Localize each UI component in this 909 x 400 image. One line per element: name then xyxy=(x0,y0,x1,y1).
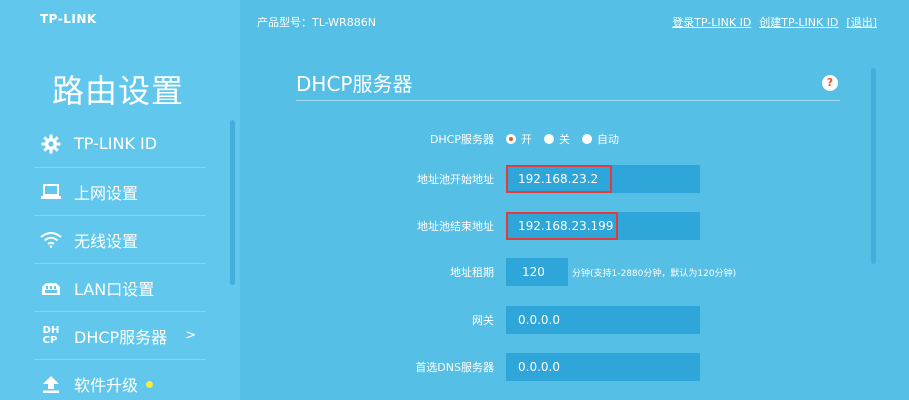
update-badge xyxy=(146,380,154,388)
sidebar-item-label: 无线设置 xyxy=(74,231,139,251)
header-links: 登录TP-LINK ID 创建TP-LINK ID [退出] xyxy=(672,14,877,30)
sidebar-scrollbar[interactable] xyxy=(230,120,235,285)
logout-link[interactable]: [退出] xyxy=(846,14,877,30)
lease-hint: 分钟(支持1-2880分钟，默认为120分钟) xyxy=(572,268,737,279)
lease-row: 地址租期 120 分钟(支持1-2880分钟，默认为120分钟) xyxy=(300,258,860,286)
end-ip-input[interactable]: 192.168.23.199 xyxy=(506,212,700,240)
start-ip-input[interactable]: 192.168.23.2 xyxy=(506,165,700,193)
dns-label: 首选DNS服务器 xyxy=(415,361,494,374)
sidebar-item-label: TP-LINK ID xyxy=(74,134,158,153)
radio-circle[interactable] xyxy=(582,134,592,144)
radio-label: 自动 xyxy=(597,133,619,146)
lease-label: 地址租期 xyxy=(450,266,494,279)
title-divider xyxy=(296,100,840,101)
sidebar-item-lan[interactable]: LAN口设置 xyxy=(34,264,206,312)
dhcp-off-radio[interactable]: 关 xyxy=(544,131,570,147)
sidebar-item-label: 软件升级 xyxy=(74,376,139,395)
radio-label: 关 xyxy=(559,133,570,146)
sidebar-title: 路由设置 xyxy=(52,72,185,110)
main-scrollbar[interactable] xyxy=(871,68,876,264)
create-tplink-id-link[interactable]: 创建TP-LINK ID xyxy=(759,14,838,30)
wifi-icon xyxy=(38,229,64,251)
gateway-value: 0.0.0.0 xyxy=(518,313,560,327)
dhcp-icon: DH CP xyxy=(42,324,60,346)
laptop-icon xyxy=(38,181,64,203)
start-ip-row: 地址池开始地址 192.168.23.2 xyxy=(300,165,860,193)
sidebar-item-wireless[interactable]: 无线设置 xyxy=(34,216,206,264)
gateway-label: 网关 xyxy=(472,314,494,327)
sidebar-item-label: LAN口设置 xyxy=(74,279,155,299)
dhcp-on-radio[interactable]: 开 xyxy=(506,131,532,147)
highlight-box xyxy=(506,165,612,193)
radio-circle[interactable] xyxy=(506,134,516,144)
sidebar-item-internet[interactable]: 上网设置 xyxy=(34,168,206,216)
sidebar: TP-LINK 路由设置 TP-LINK ID 上网设置 无线设置 LAN口设置 xyxy=(0,0,240,400)
sidebar-item-label: DHCP服务器 xyxy=(74,327,168,347)
end-ip-row: 地址池结束地址 192.168.23.199 xyxy=(300,212,860,240)
sidebar-item-upgrade[interactable]: 软件升级 xyxy=(34,360,206,400)
lan-icon xyxy=(38,277,64,299)
lease-value: 120 xyxy=(522,265,545,279)
chevron-right-icon: > xyxy=(185,328,196,343)
gateway-row: 网关 0.0.0.0 xyxy=(300,306,860,334)
radio-circle[interactable] xyxy=(544,134,554,144)
dhcp-radio-group: 开 关 自动 xyxy=(506,131,619,147)
highlight-box xyxy=(506,212,618,240)
end-ip-label: 地址池结束地址 xyxy=(417,220,494,233)
dhcp-server-label: DHCP服务器 xyxy=(429,133,494,146)
dns-value: 0.0.0.0 xyxy=(518,360,560,374)
login-tplink-id-link[interactable]: 登录TP-LINK ID xyxy=(672,14,751,30)
sidebar-item-dhcp[interactable]: DH CP DHCP服务器 > xyxy=(34,312,206,360)
radio-label: 开 xyxy=(521,133,532,146)
sidebar-menu: TP-LINK ID 上网设置 无线设置 LAN口设置 DH CP DHCP服务器… xyxy=(34,120,206,400)
dhcp-auto-radio[interactable]: 自动 xyxy=(582,131,619,147)
sidebar-item-label: 上网设置 xyxy=(74,183,139,203)
dns-input[interactable]: 0.0.0.0 xyxy=(506,353,700,381)
gateway-input[interactable]: 0.0.0.0 xyxy=(506,306,700,334)
sidebar-item-tplink-id[interactable]: TP-LINK ID xyxy=(34,120,206,168)
gear-icon xyxy=(38,133,64,155)
upload-icon xyxy=(38,373,64,395)
dns-row: 首选DNS服务器 0.0.0.0 xyxy=(300,353,860,381)
product-model: 产品型号：TL-WR886N xyxy=(257,16,376,29)
tp-link-logo: TP-LINK xyxy=(40,12,97,26)
start-ip-label: 地址池开始地址 xyxy=(417,173,494,186)
dhcp-toggle-row: DHCP服务器 开 关 自动 xyxy=(300,125,860,153)
help-icon[interactable]: ? xyxy=(822,75,838,91)
lease-input[interactable]: 120 xyxy=(506,258,568,286)
page-title: DHCP服务器 xyxy=(296,72,413,96)
